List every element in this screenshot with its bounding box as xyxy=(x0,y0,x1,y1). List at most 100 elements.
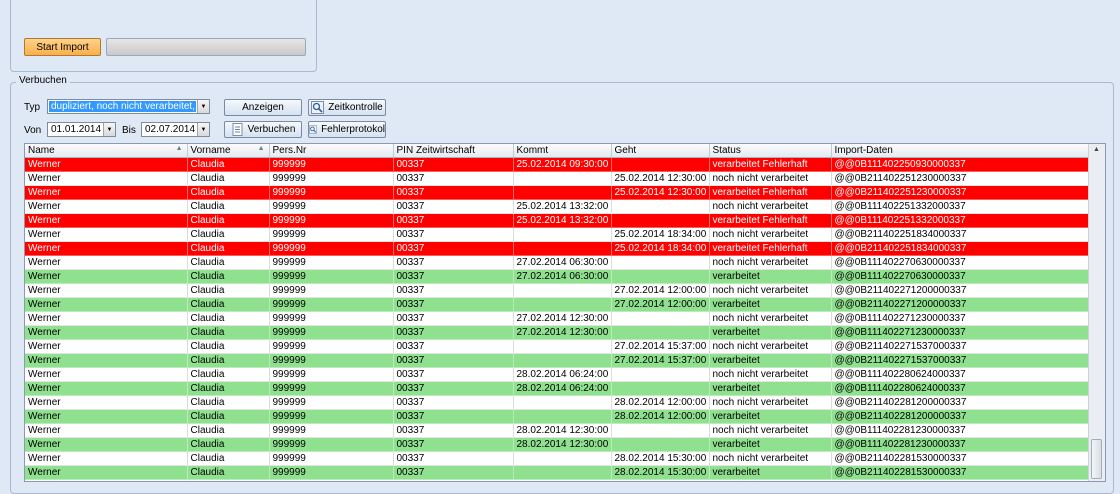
verbuchen-button-label: Verbuchen xyxy=(247,124,296,135)
table-row[interactable]: Werner Claudia 999999 00337 28.02.2014 15:30… xyxy=(25,451,1089,466)
table-cell: 999999 xyxy=(269,213,394,228)
table-cell: Werner xyxy=(25,451,188,466)
table-row[interactable]: Werner Claudia 999999 00337 28.02.2014 15:30… xyxy=(25,465,1089,480)
table-cell: 00337 xyxy=(393,255,514,270)
table-cell: 999999 xyxy=(269,451,394,466)
table-cell: 999999 xyxy=(269,339,394,354)
table-cell: @@0B211402281200000337 xyxy=(831,395,1089,410)
table-row[interactable]: Werner Claudia 999999 00337 25.02.2014 12:30… xyxy=(25,185,1089,200)
table-cell: Werner xyxy=(25,311,188,326)
table-row[interactable]: Werner Claudia 999999 00337 27.02.2014 12:30… xyxy=(25,325,1089,340)
table-row[interactable]: Werner Claudia 999999 00337 27.02.2014 06:30… xyxy=(25,255,1089,270)
chevron-down-icon[interactable]: ▼ xyxy=(197,123,209,136)
table-row[interactable]: Werner Claudia 999999 00337 28.02.2014 12:00… xyxy=(25,409,1089,424)
scrollbar-thumb[interactable] xyxy=(1091,439,1102,479)
table-cell: 28.02.2014 06:24:00 xyxy=(513,367,612,382)
table-row[interactable]: Werner Claudia 999999 00337 25.02.2014 13:32… xyxy=(25,199,1089,214)
import-table: Name ▲ Vorname ▲ Pers.Nr PIN Zeitwirtschaf… xyxy=(25,144,1089,480)
table-cell: @@0B111402281230000337 xyxy=(831,437,1089,452)
table-row[interactable]: Werner Claudia 999999 00337 25.02.2014 09:30… xyxy=(25,157,1089,172)
table-cell: 999999 xyxy=(269,423,394,438)
table-row[interactable]: Werner Claudia 999999 00337 25.02.2014 18:34… xyxy=(25,241,1089,256)
table-cell: verarbeitet xyxy=(709,409,832,424)
table-row[interactable]: Werner Claudia 999999 00337 28.02.2014 06:24… xyxy=(25,381,1089,396)
table-cell: Claudia xyxy=(187,171,270,186)
fehlerprotokol-button[interactable]: Fehlerprotokol xyxy=(308,121,386,138)
table-row[interactable]: Werner Claudia 999999 00337 27.02.2014 12:30… xyxy=(25,311,1089,326)
table-row[interactable]: Werner Claudia 999999 00337 28.02.2014 12:30… xyxy=(25,423,1089,438)
table-row[interactable]: Werner Claudia 999999 00337 28.02.2014 06:24… xyxy=(25,367,1089,382)
table-cell: 999999 xyxy=(269,297,394,312)
table-cell: Claudia xyxy=(187,185,270,200)
table-cell xyxy=(513,227,612,242)
table-cell: Claudia xyxy=(187,269,270,284)
table-row[interactable]: Werner Claudia 999999 00337 25.02.2014 18:34… xyxy=(25,227,1089,242)
table-cell: Claudia xyxy=(187,451,270,466)
bis-date-picker[interactable]: 02.07.2014 ▼ xyxy=(141,122,210,137)
table-row[interactable]: Werner Claudia 999999 00337 27.02.2014 12:00… xyxy=(25,283,1089,298)
table-cell: @@0B211402281530000337 xyxy=(831,465,1089,480)
table-row[interactable]: Werner Claudia 999999 00337 27.02.2014 15:37… xyxy=(25,353,1089,368)
table-cell: Claudia xyxy=(187,339,270,354)
table-cell: noch nicht verarbeitet xyxy=(709,451,832,466)
zeitkontrolle-button[interactable]: Zeitkontrolle xyxy=(308,99,386,116)
table-cell: 999999 xyxy=(269,283,394,298)
chevron-down-icon[interactable]: ▼ xyxy=(197,100,209,113)
table-cell: noch nicht verarbeitet xyxy=(709,199,832,214)
anzeigen-button[interactable]: Anzeigen xyxy=(224,99,302,116)
table-cell: 00337 xyxy=(393,451,514,466)
table-row[interactable]: Werner Claudia 999999 00337 27.02.2014 12:00… xyxy=(25,297,1089,312)
table-cell: @@0B111402271230000337 xyxy=(831,311,1089,326)
table-row[interactable]: Werner Claudia 999999 00337 27.02.2014 06:30… xyxy=(25,269,1089,284)
typ-select-value: dupliziert, noch nicht verarbeitet, vera… xyxy=(49,101,196,112)
table-row[interactable]: Werner Claudia 999999 00337 27.02.2014 15:37… xyxy=(25,339,1089,354)
table-cell: verarbeitet xyxy=(709,297,832,312)
start-import-button[interactable]: Start Import xyxy=(24,38,101,56)
column-header-kommt[interactable]: Kommt xyxy=(513,144,612,158)
table-cell: 27.02.2014 15:37:00 xyxy=(611,353,710,368)
table-cell: 999999 xyxy=(269,367,394,382)
import-progress-bar xyxy=(106,38,306,56)
verbuchen-button[interactable]: Verbuchen xyxy=(224,121,302,138)
typ-select[interactable]: dupliziert, noch nicht verarbeitet, vera… xyxy=(47,99,210,114)
table-cell: Claudia xyxy=(187,227,270,242)
column-header-persnr[interactable]: Pers.Nr xyxy=(269,144,394,158)
column-header-status[interactable]: Status xyxy=(709,144,832,158)
table-cell xyxy=(611,381,710,396)
column-header-vorname[interactable]: Vorname ▲ xyxy=(187,144,270,158)
table-cell: 00337 xyxy=(393,325,514,340)
table-cell: 27.02.2014 15:37:00 xyxy=(611,339,710,354)
column-header-geht[interactable]: Geht xyxy=(611,144,710,158)
scroll-up-icon[interactable]: ▲ xyxy=(1093,146,1100,153)
column-header-pin[interactable]: PIN Zeitwirtschaft xyxy=(393,144,514,158)
table-row[interactable]: Werner Claudia 999999 00337 25.02.2014 13:32… xyxy=(25,213,1089,228)
von-date-picker[interactable]: 01.01.2014 ▼ xyxy=(47,122,116,137)
column-header-import-daten[interactable]: Import-Daten xyxy=(831,144,1089,158)
table-cell: Claudia xyxy=(187,423,270,438)
verbuchen-legend: Verbuchen xyxy=(16,75,70,86)
table-cell: noch nicht verarbeitet xyxy=(709,311,832,326)
table-row[interactable]: Werner Claudia 999999 00337 28.02.2014 12:00… xyxy=(25,395,1089,410)
column-header-label: Vorname xyxy=(190,145,231,156)
column-header-name[interactable]: Name ▲ xyxy=(25,144,188,158)
table-cell xyxy=(513,451,612,466)
chevron-down-icon[interactable]: ▼ xyxy=(103,123,115,136)
table-row[interactable]: Werner Claudia 999999 00337 28.02.2014 12:30… xyxy=(25,437,1089,452)
table-cell xyxy=(513,185,612,200)
table-cell: Werner xyxy=(25,199,188,214)
table-cell: Werner xyxy=(25,297,188,312)
table-cell: 00337 xyxy=(393,213,514,228)
table-cell: 00337 xyxy=(393,171,514,186)
table-cell: 999999 xyxy=(269,325,394,340)
table-cell: Werner xyxy=(25,367,188,382)
anzeigen-label: Anzeigen xyxy=(242,102,284,113)
table-cell: verarbeitet Fehlerhaft xyxy=(709,241,832,256)
table-cell: Claudia xyxy=(187,297,270,312)
table-cell: 00337 xyxy=(393,437,514,452)
table-cell: @@0B111402250930000337 xyxy=(831,157,1089,172)
table-row[interactable]: Werner Claudia 999999 00337 25.02.2014 12:30… xyxy=(25,171,1089,186)
table-cell: verarbeitet xyxy=(709,437,832,452)
vertical-scrollbar[interactable]: ▲ xyxy=(1088,144,1105,481)
table-cell: 28.02.2014 12:00:00 xyxy=(611,409,710,424)
table-cell: 27.02.2014 12:00:00 xyxy=(611,283,710,298)
